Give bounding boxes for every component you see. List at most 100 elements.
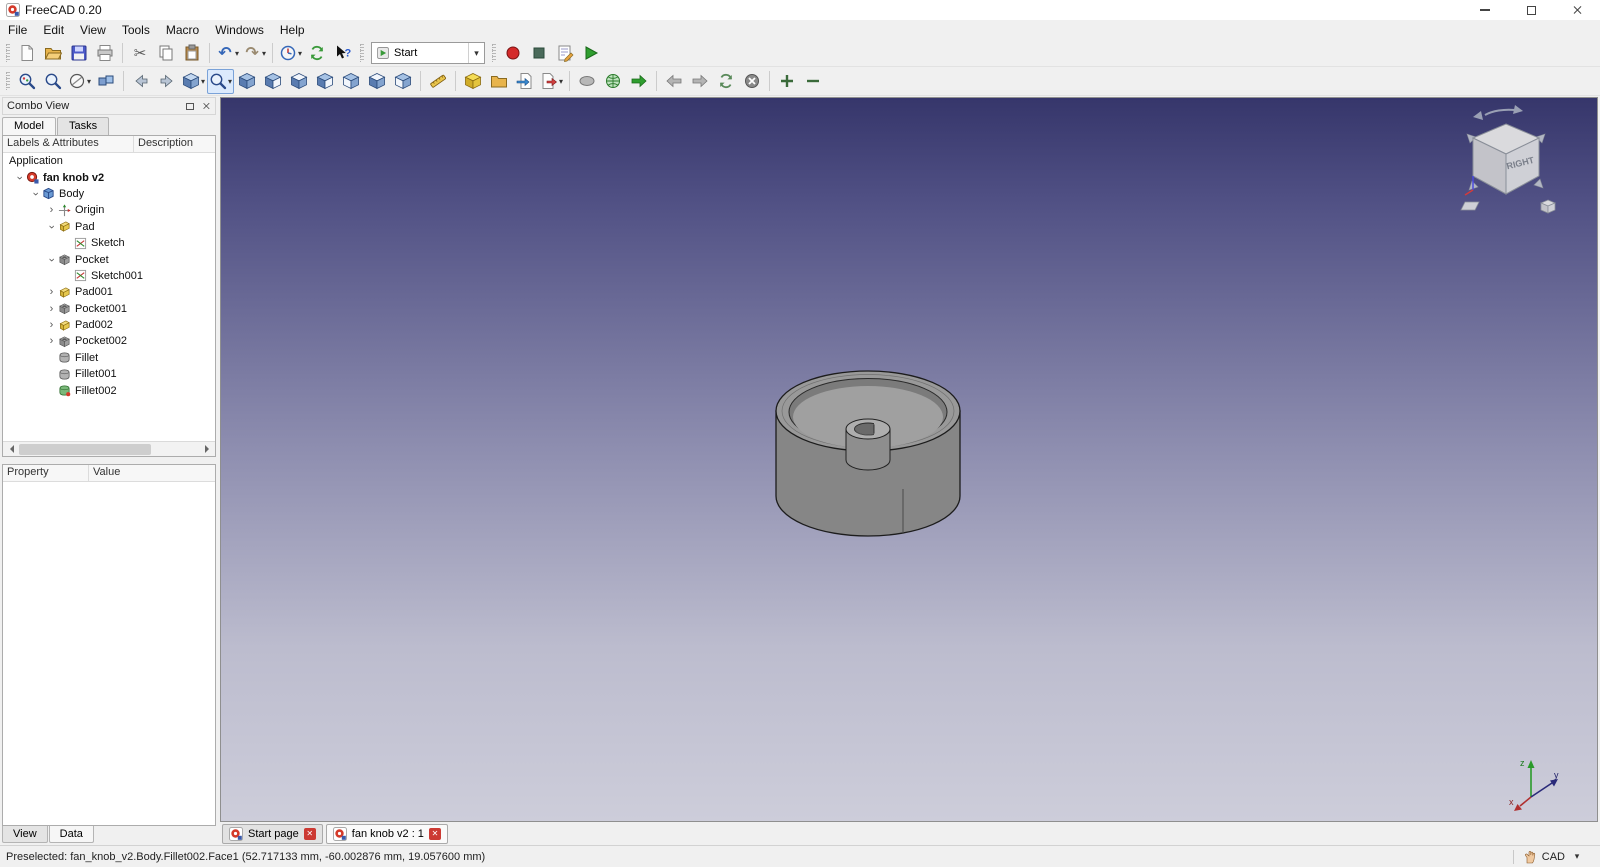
new-document-button[interactable] [14, 41, 40, 66]
dropdown-arrow-icon[interactable]: ▾ [559, 77, 563, 86]
menu-macro[interactable]: Macro [158, 21, 207, 39]
view-left-button[interactable] [390, 69, 416, 94]
macro-stop-button[interactable] [526, 41, 552, 66]
measure-distance-button[interactable] [425, 69, 451, 94]
tree-horizontal-scrollbar[interactable] [3, 441, 215, 456]
browser-refresh-button[interactable] [713, 69, 739, 94]
browser-forward-button[interactable] [687, 69, 713, 94]
navigation-style-control[interactable]: CAD ▾ [1512, 849, 1594, 864]
menu-view[interactable]: View [72, 21, 114, 39]
view-top-button[interactable] [286, 69, 312, 94]
close-tab-icon[interactable]: ✕ [428, 827, 441, 840]
print-button[interactable] [92, 41, 118, 66]
menu-edit[interactable]: Edit [35, 21, 72, 39]
view-right-button[interactable] [312, 69, 338, 94]
3d-viewport[interactable]: RIGHT z y x [220, 97, 1598, 822]
tree-item-fillet001[interactable]: Fillet001 [3, 366, 215, 382]
dropdown-arrow-icon[interactable]: ▾ [262, 49, 266, 58]
tree-item-fillet002[interactable]: Fillet002 [3, 382, 215, 398]
toolbar-grip[interactable] [6, 72, 10, 90]
expander-collapsed-icon[interactable]: › [45, 319, 58, 331]
maximize-button[interactable] [1508, 0, 1554, 20]
cut-button[interactable]: ✂ [127, 41, 153, 66]
refresh-button[interactable] [304, 41, 330, 66]
tree-item-fillet[interactable]: Fillet [3, 350, 215, 366]
tree-item-sketch001[interactable]: Sketch001 [3, 268, 215, 284]
property-body[interactable] [3, 482, 215, 825]
tree-item-pocket[interactable]: › Pocket [3, 251, 215, 267]
export-file-button[interactable]: ▾ [538, 69, 565, 94]
undo-button[interactable]: ↶ ▾ [214, 41, 241, 66]
expander-expanded-icon[interactable]: › [46, 253, 58, 266]
zoom-in-button[interactable] [774, 69, 800, 94]
menu-help[interactable]: Help [272, 21, 313, 39]
open-start-folder-button[interactable] [486, 69, 512, 94]
scrollbar-thumb[interactable] [19, 444, 151, 455]
dropdown-arrow-icon[interactable]: ▾ [87, 77, 91, 86]
select-forward-button[interactable] [154, 69, 180, 94]
fit-selection-button[interactable] [40, 69, 66, 94]
view-rear-button[interactable] [338, 69, 364, 94]
tab-data[interactable]: Data [48, 826, 94, 843]
copy-button[interactable] [153, 41, 179, 66]
dropdown-arrow-icon[interactable]: ▾ [235, 49, 239, 58]
new-part-button[interactable] [460, 69, 486, 94]
view-front-button[interactable] [260, 69, 286, 94]
tree-item-sketch[interactable]: Sketch [3, 235, 215, 251]
toolbar-grip[interactable] [360, 44, 365, 62]
expander-expanded-icon[interactable]: › [30, 187, 42, 200]
macro-execute-button[interactable] [578, 41, 604, 66]
tree-item-pad001[interactable]: › Pad001 [3, 284, 215, 300]
close-button[interactable] [1554, 0, 1600, 20]
view-bottom-button[interactable] [364, 69, 390, 94]
sync-view-button[interactable] [93, 69, 119, 94]
tree-item-pocket002[interactable]: › Pocket002 [3, 333, 215, 349]
web-page-button[interactable] [574, 69, 600, 94]
tab-tasks[interactable]: Tasks [56, 117, 110, 135]
fit-all-button[interactable] [14, 69, 40, 94]
fan-knob-model[interactable] [738, 340, 998, 560]
toolbar-grip[interactable] [492, 44, 497, 62]
save-document-button[interactable] [66, 41, 92, 66]
menu-tools[interactable]: Tools [114, 21, 158, 39]
menu-windows[interactable]: Windows [207, 21, 272, 39]
scroll-left-button[interactable] [3, 442, 18, 456]
chevron-down-icon[interactable]: ▾ [1570, 850, 1584, 864]
tree-item-pad002[interactable]: › Pad002 [3, 317, 215, 333]
float-panel-icon[interactable] [186, 102, 194, 110]
minimize-button[interactable] [1462, 0, 1508, 20]
tab-model[interactable]: Model [2, 117, 56, 135]
open-document-button[interactable] [40, 41, 66, 66]
recompute-button[interactable]: ▾ [277, 41, 304, 66]
tree-item-origin[interactable]: › Origin [3, 202, 215, 218]
expander-collapsed-icon[interactable]: › [45, 204, 58, 216]
open-website-button[interactable] [600, 69, 626, 94]
expander-collapsed-icon[interactable]: › [45, 303, 58, 315]
expander-collapsed-icon[interactable]: › [45, 286, 58, 298]
macro-edit-button[interactable] [552, 41, 578, 66]
tree-item-pocket001[interactable]: › Pocket001 [3, 301, 215, 317]
expander-collapsed-icon[interactable]: › [45, 335, 58, 347]
document-tab-start-page[interactable]: Start page ✕ [222, 823, 323, 844]
close-panel-icon[interactable] [202, 102, 210, 110]
whats-this-button[interactable]: ? [330, 41, 356, 66]
tree-item-body[interactable]: › Body [3, 186, 215, 202]
workbench-selector[interactable]: Start ▾ [371, 42, 486, 64]
close-tab-icon[interactable]: ✕ [303, 827, 316, 840]
document-tab-fan-knob-v2-1[interactable]: fan knob v2 : 1 ✕ [325, 823, 448, 844]
select-back-button[interactable] [128, 69, 154, 94]
draw-style-button[interactable]: ▾ [66, 69, 93, 94]
import-file-button[interactable] [512, 69, 538, 94]
panel-splitter[interactable] [2, 457, 216, 464]
go-button[interactable] [626, 69, 652, 94]
paste-button[interactable] [179, 41, 205, 66]
chevron-down-icon[interactable]: ▾ [468, 43, 484, 63]
expander-expanded-icon[interactable]: › [46, 220, 58, 233]
dropdown-arrow-icon[interactable]: ▾ [201, 77, 205, 86]
view-group-button[interactable]: ▾ [180, 69, 207, 94]
dropdown-arrow-icon[interactable]: ▾ [228, 77, 232, 86]
browser-back-button[interactable] [661, 69, 687, 94]
browser-stop-button[interactable] [739, 69, 765, 94]
scrollbar-track[interactable] [18, 442, 200, 456]
expander-expanded-icon[interactable]: › [14, 171, 26, 184]
